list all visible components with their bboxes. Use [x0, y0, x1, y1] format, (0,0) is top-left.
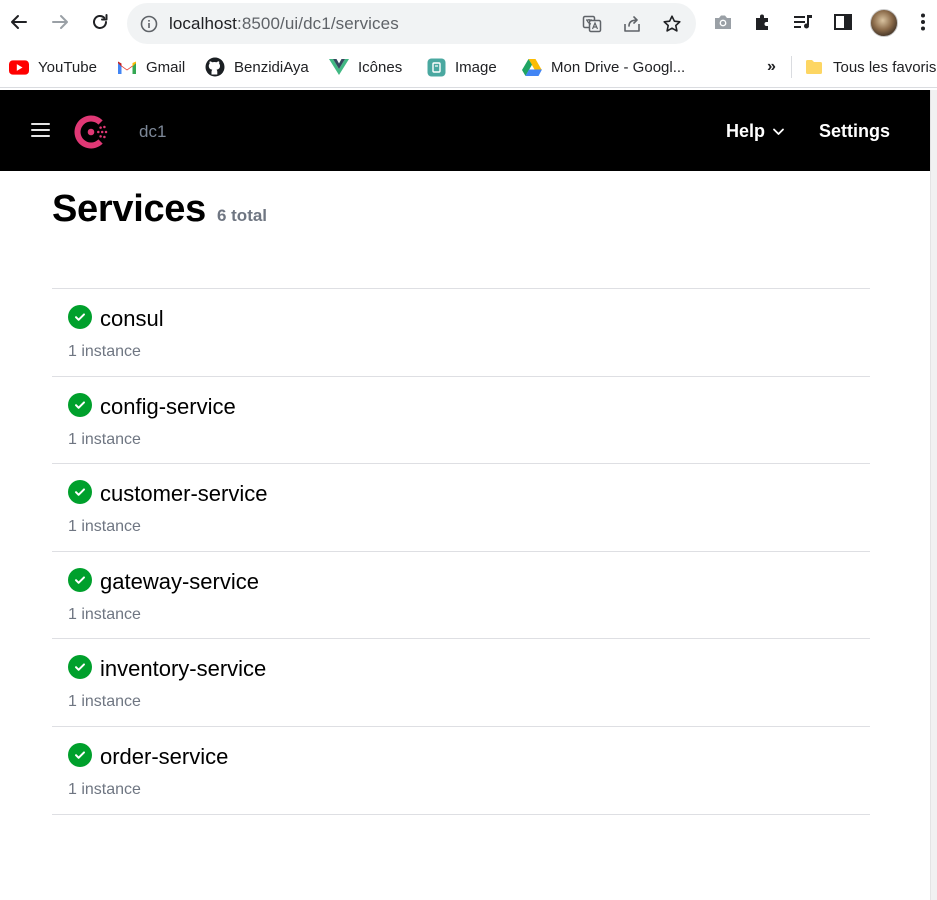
- service-name[interactable]: consul: [100, 306, 164, 332]
- bookmark-label: Icônes: [358, 58, 403, 76]
- service-name[interactable]: customer-service: [100, 481, 267, 507]
- profile-avatar[interactable]: [870, 9, 898, 37]
- bookmarks-overflow-button[interactable]: »: [767, 56, 776, 78]
- page-scrollbar[interactable]: [930, 90, 937, 900]
- bookmark-label: YouTube: [38, 58, 97, 76]
- github-icon: [205, 57, 225, 77]
- puzzle-icon: [756, 14, 768, 30]
- check-circle-icon: [68, 742, 92, 767]
- consul-logo-icon[interactable]: [71, 112, 111, 152]
- check-circle-icon: [68, 567, 92, 592]
- reading-list-button[interactable]: [792, 11, 814, 33]
- service-row-inventory-service[interactable]: inventory-service 1 instance: [52, 639, 870, 727]
- side-panel-button[interactable]: [832, 11, 854, 33]
- menu-button[interactable]: [31, 123, 50, 138]
- service-instance-count: 1 instance: [68, 518, 141, 536]
- bookmark-youtube[interactable]: YouTube: [9, 56, 97, 78]
- address-bar[interactable]: localhost:8500/ui/dc1/services: [127, 3, 696, 44]
- forward-button[interactable]: [48, 10, 72, 34]
- camera-icon: [715, 15, 731, 29]
- url-path: :8500/ui/dc1/services: [237, 14, 399, 33]
- service-row-customer-service[interactable]: customer-service 1 instance: [52, 464, 870, 552]
- url-host: localhost: [169, 14, 237, 33]
- bookmark-icones[interactable]: Icônes: [329, 56, 402, 78]
- browser-toolbar: localhost:8500/ui/dc1/services: [0, 0, 937, 46]
- reload-button[interactable]: [88, 10, 112, 34]
- bookmark-label: Image: [455, 58, 497, 76]
- all-bookmarks-label: Tous les favoris: [833, 58, 937, 76]
- bookmark-github[interactable]: BenzidiAya: [205, 56, 309, 78]
- app-header: dc1 Help Settings: [0, 90, 930, 171]
- arrow-right-icon: [52, 15, 68, 29]
- bookmark-label: Mon Drive - Googl...: [551, 58, 686, 76]
- service-name[interactable]: inventory-service: [100, 656, 266, 682]
- service-instance-count: 1 instance: [68, 780, 141, 798]
- service-name[interactable]: config-service: [100, 394, 236, 420]
- google-drive-icon: [522, 57, 542, 77]
- info-icon[interactable]: [140, 15, 158, 33]
- service-instance-count: 1 instance: [68, 605, 141, 623]
- vue-icon: [329, 57, 349, 77]
- bookmarks-separator: [791, 56, 792, 78]
- share-icon: [624, 16, 640, 32]
- bookmark-label: Gmail: [146, 58, 186, 76]
- service-name[interactable]: order-service: [100, 744, 228, 770]
- check-circle-icon: [68, 655, 92, 680]
- service-row-order-service[interactable]: order-service 1 instance: [52, 727, 870, 815]
- page-title: Services: [52, 188, 206, 230]
- settings-link[interactable]: Settings: [819, 121, 890, 142]
- check-circle-icon: [68, 305, 92, 329]
- datacenter-selector[interactable]: dc1: [139, 122, 166, 142]
- bookmarks-bar: YouTube Gmail BenzidiAya Icônes Image Mo…: [0, 46, 937, 88]
- bookmark-image[interactable]: Image: [426, 56, 497, 78]
- service-name[interactable]: gateway-service: [100, 569, 259, 595]
- translate-button[interactable]: [582, 14, 602, 34]
- check-circle-icon: [68, 480, 92, 505]
- all-bookmarks-folder[interactable]: Tous les favoris: [804, 56, 936, 78]
- translate-icon: [582, 15, 602, 33]
- service-instance-count: 1 instance: [68, 693, 141, 711]
- help-label: Help: [726, 121, 766, 141]
- image-app-icon: [426, 57, 446, 77]
- bookmark-google-drive[interactable]: Mon Drive - Googl...: [522, 56, 685, 78]
- extensions-button[interactable]: [752, 11, 774, 33]
- service-instance-count: 1 instance: [68, 430, 141, 448]
- help-menu-button[interactable]: Help: [726, 121, 785, 142]
- arrow-left-icon: [11, 15, 27, 29]
- bookmark-label: BenzidiAya: [234, 58, 309, 76]
- youtube-icon: [9, 57, 29, 77]
- star-icon: [663, 15, 681, 32]
- service-row-gateway-service[interactable]: gateway-service 1 instance: [52, 552, 870, 640]
- side-panel-icon: [834, 14, 852, 30]
- service-row-consul[interactable]: consul 1 instance: [52, 289, 870, 377]
- check-circle-icon: [68, 392, 92, 417]
- share-button[interactable]: [622, 14, 642, 34]
- bookmark-gmail[interactable]: Gmail: [117, 56, 185, 78]
- menu-icon: [31, 123, 50, 125]
- services-total: 6 total: [216, 206, 268, 225]
- service-row-config-service[interactable]: config-service 1 instance: [52, 377, 870, 465]
- service-list: consul 1 instance config-service 1 insta…: [52, 288, 870, 815]
- back-button[interactable]: [7, 10, 31, 34]
- url-text[interactable]: localhost:8500/ui/dc1/services: [169, 14, 399, 34]
- page-header: Services 6 total: [52, 188, 267, 231]
- more-vertical-icon: [921, 13, 925, 31]
- gmail-icon: [117, 57, 137, 77]
- chevron-down-icon: [772, 125, 785, 138]
- bookmark-star-button[interactable]: [662, 14, 682, 34]
- playlist-icon: [794, 15, 812, 29]
- browser-menu-button[interactable]: [912, 11, 934, 33]
- overflow-label: »: [767, 58, 776, 75]
- folder-icon: [804, 57, 824, 77]
- screenshot-button[interactable]: [712, 11, 734, 33]
- service-instance-count: 1 instance: [68, 343, 141, 360]
- reload-icon: [93, 14, 108, 29]
